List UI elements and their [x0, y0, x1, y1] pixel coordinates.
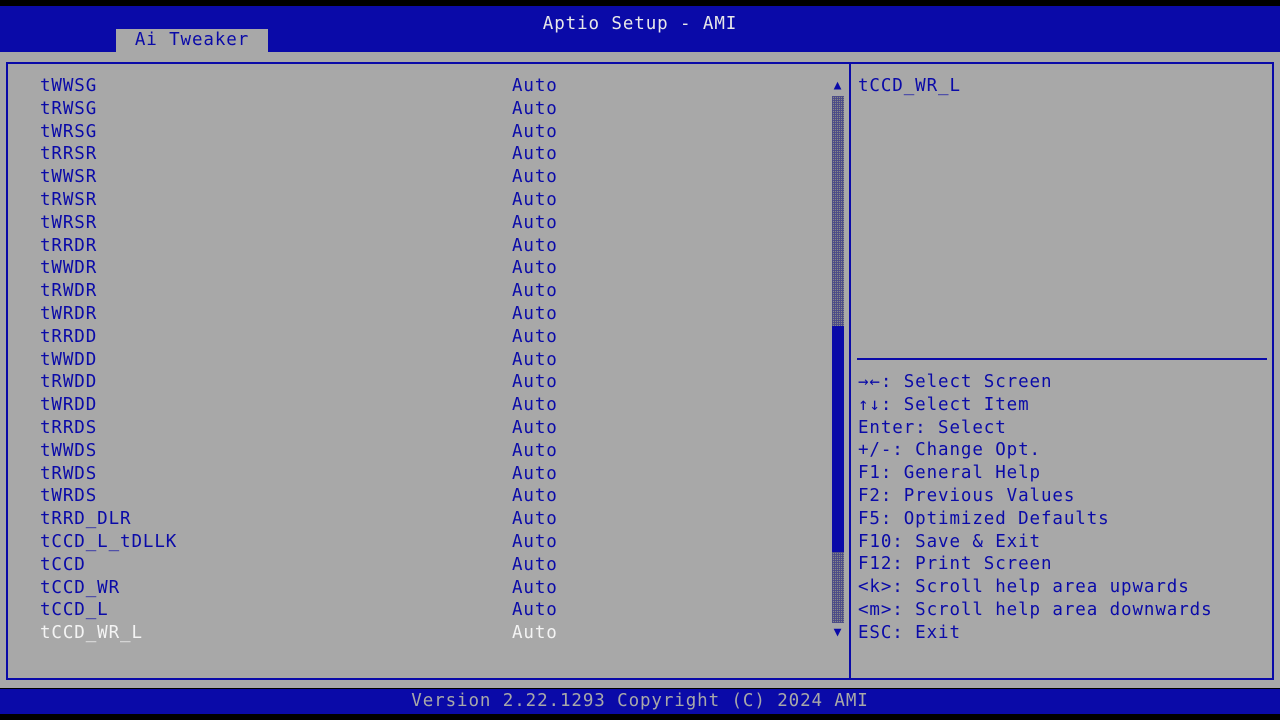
setting-label: tCCD — [40, 554, 86, 575]
setting-label: tRRDS — [40, 418, 98, 438]
setting-value[interactable]: Auto — [512, 622, 558, 645]
setting-row[interactable]: tCCD_WR_L Auto — [40, 622, 557, 645]
setting-label: tRWSG — [40, 98, 98, 119]
setting-value[interactable]: Auto — [512, 235, 558, 258]
setting-row[interactable]: tCCD_L_tDLLK Auto — [40, 531, 557, 554]
setting-row[interactable]: tRRDD Auto — [40, 326, 557, 349]
setting-label: tRWDR — [40, 281, 98, 302]
setting-row[interactable]: tRRD_DLR Auto — [40, 508, 557, 531]
setting-value[interactable]: Auto — [512, 303, 558, 326]
setting-label: tWRDR — [40, 304, 98, 324]
setting-label: tCCD_WR_L — [40, 623, 143, 644]
setting-row[interactable]: tRRDS Auto — [40, 417, 557, 440]
setting-row[interactable]: tRRSR Auto — [40, 143, 557, 166]
setting-label: tRRDD — [40, 326, 98, 347]
setting-row[interactable]: tWRDD Auto — [40, 394, 557, 417]
setting-value[interactable]: Auto — [512, 599, 558, 622]
setting-value[interactable]: Auto — [512, 75, 558, 98]
setting-row[interactable]: tWWDS Auto — [40, 440, 557, 463]
setting-value[interactable]: Auto — [512, 554, 558, 577]
setting-value[interactable]: Auto — [512, 349, 558, 372]
hotkey-item: F2: Previous Values — [858, 486, 1076, 506]
hotkey-item: F1: General Help — [858, 463, 1041, 484]
setting-value[interactable]: Auto — [512, 280, 558, 303]
help-divider — [857, 358, 1267, 360]
setting-row[interactable]: tWWSR Auto — [40, 166, 557, 189]
main-area: tWWSG Auto tRWSG Auto tWRSG Auto tRRSR Auto tWWS… — [0, 52, 1280, 688]
tab-ai-tweaker[interactable]: Ai Tweaker — [116, 29, 268, 52]
setting-value[interactable]: Auto — [512, 508, 558, 531]
setting-row[interactable]: tWRDR Auto — [40, 303, 557, 326]
setting-row[interactable]: tWWDD Auto — [40, 349, 557, 372]
setting-row[interactable]: tRWDS Auto — [40, 463, 557, 486]
setting-row[interactable]: tWWSG Auto — [40, 75, 557, 98]
setting-row[interactable]: tRWSR Auto — [40, 189, 557, 212]
footer-bar: Version 2.22.1293 Copyright (C) 2024 AMI — [0, 689, 1280, 714]
scroll-up-icon[interactable]: ▲ — [831, 78, 845, 94]
setting-label: tCCD_WR — [40, 577, 121, 598]
setting-label: tWWDD — [40, 349, 98, 370]
setting-label: tWWDS — [40, 440, 98, 461]
hotkey-item: <m>: Scroll help area downwards — [858, 600, 1213, 620]
bios-screen: Aptio Setup - AMI Ai Tweaker tWWSG Auto tR… — [0, 0, 1280, 720]
hotkey-item: →←: Select Screen — [858, 372, 1053, 392]
setting-value[interactable]: Auto — [512, 371, 558, 394]
setting-label: tWRSG — [40, 121, 98, 142]
setting-value[interactable]: Auto — [512, 417, 558, 440]
setting-label: tWWSR — [40, 167, 98, 188]
setting-row[interactable]: tRRDR Auto — [40, 235, 557, 258]
hotkey-item: <k>: Scroll help area upwards — [858, 577, 1190, 598]
setting-label: tRWSR — [40, 190, 98, 210]
settings-panel — [6, 62, 851, 680]
setting-value[interactable]: Auto — [512, 485, 558, 508]
setting-label: tWRDS — [40, 486, 98, 507]
setting-label: tWRSR — [40, 212, 98, 233]
setting-value[interactable]: Auto — [512, 577, 558, 600]
setting-value[interactable]: Auto — [512, 212, 558, 235]
version-text: Version 2.22.1293 Copyright (C) 2024 AMI — [411, 691, 869, 711]
hotkey-item: F12: Print Screen — [858, 554, 1053, 575]
setting-value[interactable]: Auto — [512, 440, 558, 463]
setting-value[interactable]: Auto — [512, 326, 558, 349]
setting-row[interactable]: tWRSR Auto — [40, 212, 557, 235]
setting-value[interactable]: Auto — [512, 143, 558, 166]
setting-value[interactable]: Auto — [512, 121, 558, 144]
setting-value[interactable]: Auto — [512, 189, 558, 212]
setting-row[interactable]: tCCD_WR Auto — [40, 577, 557, 600]
setting-label: tCCD_L — [40, 600, 109, 621]
title-bar: Aptio Setup - AMI Ai Tweaker — [0, 6, 1280, 52]
hotkey-item: ESC: Exit — [858, 622, 961, 643]
setting-label: tRRDR — [40, 235, 98, 256]
setting-value[interactable]: Auto — [512, 463, 558, 486]
setting-value[interactable]: Auto — [512, 394, 558, 417]
setting-row[interactable]: tWWDR Auto — [40, 257, 557, 280]
setting-label: tRWDD — [40, 372, 98, 393]
setting-row[interactable]: tRWDR Auto — [40, 280, 557, 303]
setting-row[interactable]: tCCD Auto — [40, 554, 557, 577]
scroll-down-icon[interactable]: ▼ — [831, 625, 845, 641]
setting-row[interactable]: tWRSG Auto — [40, 121, 557, 144]
setting-label: tRRSR — [40, 144, 98, 165]
hotkey-item: F10: Save & Exit — [858, 531, 1041, 552]
setting-value[interactable]: Auto — [512, 98, 558, 121]
setting-row[interactable]: tRWSG Auto — [40, 98, 557, 121]
setting-value[interactable]: Auto — [512, 166, 558, 189]
setting-label: tWRDD — [40, 395, 98, 416]
setting-row[interactable]: tRWDD Auto — [40, 371, 557, 394]
hotkey-item: +/-: Change Opt. — [858, 440, 1041, 461]
setting-label: tWWSG — [40, 76, 98, 96]
setting-label: tWWDR — [40, 258, 98, 279]
setting-value[interactable]: Auto — [512, 257, 558, 280]
help-item-title: tCCD_WR_L — [858, 76, 961, 96]
setting-label: tRRD_DLR — [40, 509, 132, 530]
setting-value[interactable]: Auto — [512, 531, 558, 554]
scrollbar-thumb[interactable] — [832, 326, 844, 552]
hotkey-item: ↑↓: Select Item — [858, 394, 1030, 415]
hotkey-item: Enter: Select — [858, 417, 1007, 438]
setting-row[interactable]: tWRDS Auto — [40, 485, 557, 508]
setting-label: tRWDS — [40, 463, 98, 484]
hotkey-item: F5: Optimized Defaults — [858, 508, 1110, 529]
setting-label: tCCD_L_tDLLK — [40, 532, 178, 552]
setting-row[interactable]: tCCD_L Auto — [40, 599, 557, 622]
